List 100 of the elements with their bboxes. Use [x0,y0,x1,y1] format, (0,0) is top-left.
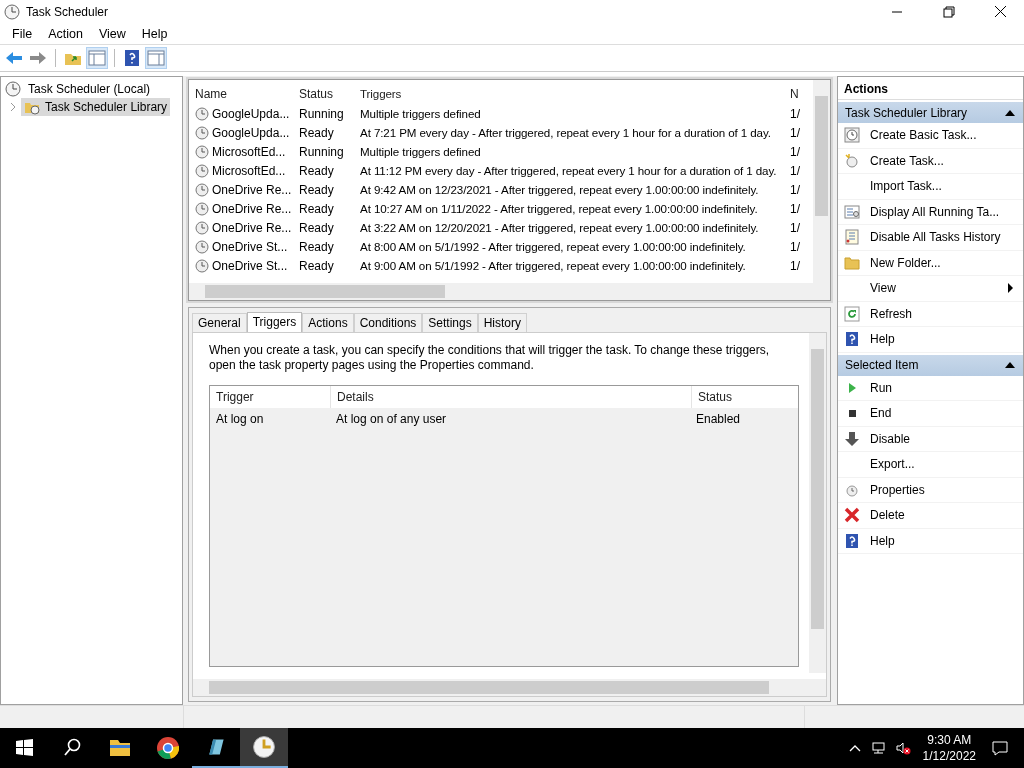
tree-item[interactable]: Task Scheduler Library [21,98,171,116]
task-name[interactable]: GoogleUpda... [212,106,290,121]
table-cell-text: 1/ [789,125,801,140]
section-title: Selected Item [845,358,919,372]
table-cell-text: At 9:42 AM on 12/23/2021 - After triggered, repeat every 1.00:00:00 indefinitely. [359,183,760,196]
collapse-caret-icon[interactable] [1005,109,1015,116]
section-title: Task Scheduler Library [845,105,968,120]
clock-icon [195,220,209,235]
menu-item[interactable]: Action [40,26,91,41]
column-header[interactable]: Name [195,86,295,101]
tab[interactable]: History [477,313,528,332]
action-link[interactable]: End [870,406,892,421]
table-cell-text: Ready [298,220,335,235]
action-link[interactable]: Display All Running Ta... [870,204,1000,219]
action-link[interactable]: Run [870,380,892,395]
table-cell-text: Ready [298,239,335,254]
expand-chevron-icon[interactable] [9,102,17,112]
table-cell-text: 1/ [789,220,801,235]
action-link[interactable]: New Folder... [870,255,941,270]
clock-icon[interactable] [240,728,288,768]
action-link[interactable]: Create Basic Task... [870,128,977,143]
menu-item[interactable]: Help [133,26,176,41]
table-cell-text: At 9:00 AM on 5/1/1992 - After triggered, repeat every 1.00:00:00 indefinitely. [359,259,747,272]
clock-icon [195,239,209,254]
tab[interactable]: Actions [302,313,354,332]
list-icon [844,203,860,220]
table-cell-text: Enabled [695,411,742,428]
table-cell-text: At 11:12 PM every day - After triggered, repeat every 1 hour for a duration of 1 day. [359,164,778,177]
description-text: When you create a task, you can specify the conditions that will trigger the task. To change these triggers, open the task property pages using the Properties command. [209,343,771,373]
table-cell-text: At 7:21 PM every day - After triggered, repeat every 1 hour for a duration of 1 day. [359,126,772,139]
column-header[interactable]: Trigger [210,386,331,408]
clock-icon [195,144,209,159]
action-link[interactable]: View [870,281,896,296]
column-header[interactable]: Status [692,386,768,408]
table-cell-text: Ready [298,163,335,178]
clock-icon [844,127,860,144]
table-cell-text: 1/ [789,182,801,197]
action-link[interactable]: Import Task... [870,179,942,194]
action-link[interactable]: Refresh [870,306,913,321]
action-link[interactable]: Disable All Tasks History [870,230,1001,245]
tab[interactable]: Conditions [353,313,423,332]
section-header[interactable]: Task Scheduler Library [838,102,1023,123]
action-link[interactable]: Help [870,332,895,347]
folder-icon [844,254,860,271]
task-name[interactable]: OneDrive St... [212,258,288,273]
action-link[interactable]: Export... [870,457,915,472]
table-cell-text: At log on [215,411,265,428]
vertical-scrollbar[interactable] [809,333,826,673]
network-icon[interactable] [870,740,887,756]
table-cell-text: Ready [298,201,335,216]
task-name[interactable]: OneDrive St... [212,239,288,254]
clock-icon [195,163,209,178]
help-icon[interactable] [122,48,142,68]
console-tree-icon[interactable] [87,48,107,68]
tab[interactable]: General [192,313,247,332]
table-cell-text: Ready [298,182,335,197]
task-name[interactable]: MicrosoftEd... [212,163,286,178]
action-link[interactable]: Create Task... [870,153,944,168]
muted-speaker-icon[interactable] [894,740,911,756]
column-header[interactable]: Status [295,86,356,101]
clock-icon [844,152,860,169]
clock-time[interactable]: 9:30 AM [927,732,972,748]
horizontal-scrollbar[interactable] [193,679,826,696]
menu-item[interactable]: File [4,26,41,41]
action-link[interactable]: Delete [870,508,905,523]
clock-date[interactable]: 1/12/2022 [922,748,976,764]
task-name[interactable]: MicrosoftEd... [212,144,286,159]
table-cell-text: At 3:22 AM on 12/20/2021 - After triggered, repeat every 1.00:00:00 indefinitely. [359,221,760,234]
table-cell-text: Running [298,144,345,159]
horizontal-scrollbar[interactable] [189,283,830,300]
clock-icon [195,258,209,273]
clock-icon [195,125,209,140]
tree-item[interactable]: Task Scheduler (Local) [25,81,154,97]
table-cell-text: 1/ [789,144,801,159]
tab[interactable]: Settings [422,313,478,332]
column-header[interactable]: Details [331,386,692,408]
clock-icon [195,182,209,197]
action-link[interactable]: Disable [870,431,911,446]
section-header[interactable]: Selected Item [838,354,1023,376]
vertical-scrollbar[interactable] [813,80,830,283]
table-cell-text: 1/ [789,106,801,121]
refresh-icon [844,305,860,322]
action-link[interactable]: Help [870,533,895,548]
clock-icon [195,201,209,216]
column-header[interactable]: Triggers [356,87,788,100]
table-cell-text: 1/ [789,163,801,178]
column-header[interactable]: N [788,86,802,101]
task-name[interactable]: GoogleUpda... [212,125,290,140]
task-name[interactable]: OneDrive Re... [212,182,292,197]
collapse-caret-icon[interactable] [1005,362,1015,368]
task-name[interactable]: OneDrive Re... [212,201,292,216]
notification-icon[interactable] [990,738,1010,758]
action-link[interactable]: Properties [870,482,925,497]
task-name[interactable]: OneDrive Re... [212,220,292,235]
menu-item[interactable]: View [90,26,134,41]
clock-icon [195,106,209,121]
delete-icon [844,507,860,524]
table-cell-text: At log on of any user [335,411,448,428]
help-icon [844,532,860,549]
table-cell-text: Multiple triggers defined [359,145,482,158]
